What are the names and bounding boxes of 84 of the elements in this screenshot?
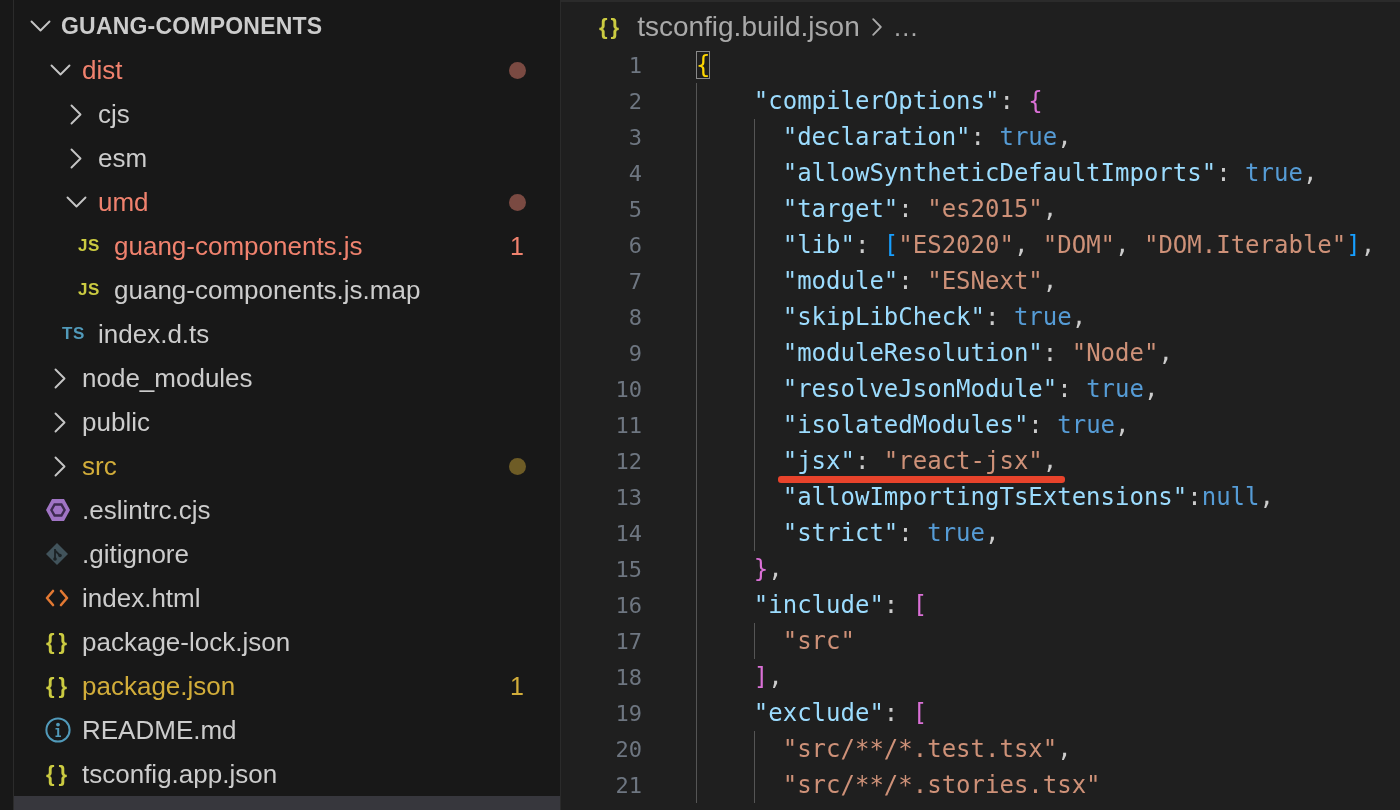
tree-item[interactable]: TS index.d.ts [14, 312, 560, 356]
code-line: "src/**/*.test.tsx", [782, 735, 1072, 763]
tree-item[interactable]: dist [14, 48, 560, 92]
code-line: "compilerOptions": { [753, 87, 1043, 115]
chevron-down-icon[interactable] [66, 196, 87, 208]
line-number: 17 [614, 628, 642, 654]
code-line: "skipLibCheck": true, [782, 303, 1087, 331]
chevron-right-icon[interactable] [70, 147, 82, 169]
line-number: 6 [627, 232, 642, 258]
code-line: { [696, 51, 711, 79]
hexagon-icon [45, 498, 71, 522]
tree-item[interactable]: .eslintrc.cjs [14, 488, 560, 532]
code-line: "exclude": [ [753, 699, 928, 727]
tree-item[interactable]: {} tsconfig.app.json [14, 752, 560, 796]
code-line: "module": "ESNext", [782, 267, 1058, 295]
code-line: "allowImportingTsExtensions":null, [782, 483, 1274, 511]
code-line: "lib": ["ES2020", "DOM", "DOM.Iterable"], [782, 231, 1376, 259]
code-line: "resolveJsonModule": true, [782, 375, 1159, 403]
line-number: 18 [614, 664, 642, 690]
line-number: 21 [614, 772, 642, 798]
file-type-icon: TS [62, 324, 85, 344]
project-header[interactable]: GUANG-COMPONENTS [14, 4, 560, 48]
code-line: "include": [ [753, 591, 928, 619]
code-line: "target": "es2015", [782, 195, 1058, 223]
chevron-right-icon [871, 18, 882, 36]
code-line: "declaration": true, [782, 123, 1072, 151]
line-number: 3 [627, 124, 642, 150]
chevron-down-icon[interactable] [30, 20, 51, 32]
file-type-icon: JS [78, 280, 100, 300]
breadcrumb-more[interactable]: … [892, 11, 919, 43]
line-number: 14 [614, 520, 642, 546]
braces-icon: {} [46, 761, 72, 787]
tree-item[interactable]: README.md [14, 708, 560, 752]
braces-icon: {} [599, 14, 623, 40]
line-number: 9 [627, 340, 642, 366]
problem-count: 1 [510, 671, 524, 701]
braces-icon: {} [46, 629, 72, 655]
code-line: "src" [782, 627, 855, 655]
code-line: "moduleResolution": "Node", [782, 339, 1173, 367]
code-line: ], [753, 663, 783, 691]
chevron-right-icon[interactable] [70, 103, 82, 125]
line-number: 5 [627, 196, 642, 222]
chevron-down-icon[interactable] [50, 64, 71, 76]
line-number: 4 [627, 160, 642, 186]
line-number: 19 [614, 700, 642, 726]
code-line: "src/**/*.stories.tsx" [782, 771, 1101, 799]
breadcrumb-file[interactable]: tsconfig.build.json [637, 11, 860, 43]
tree-item[interactable]: {} package.json 1 [14, 664, 560, 708]
angle-brackets-icon [45, 589, 69, 607]
line-number: 13 [614, 484, 642, 510]
braces-icon: {} [46, 673, 72, 699]
line-number: 20 [614, 736, 642, 762]
diamond-icon [45, 542, 69, 566]
code-line: }, [753, 555, 783, 583]
problem-count: 1 [510, 231, 524, 261]
tree-item[interactable]: src [14, 444, 560, 488]
chevron-right-icon[interactable] [54, 411, 66, 433]
tree-item[interactable]: public [14, 400, 560, 444]
tree-item[interactable]: umd [14, 180, 560, 224]
file-type-icon: JS [78, 236, 100, 256]
tree-item[interactable]: cjs [14, 92, 560, 136]
line-number: 10 [614, 376, 642, 402]
line-number: 15 [614, 556, 642, 582]
tree-item[interactable]: esm [14, 136, 560, 180]
tree-item[interactable]: {} package-lock.json [14, 620, 560, 664]
line-number: 7 [627, 268, 642, 294]
tree-item[interactable]: index.html [14, 576, 560, 620]
line-number: 16 [614, 592, 642, 618]
tree-item[interactable]: node_modules [14, 356, 560, 400]
code-line: "strict": true, [782, 519, 1000, 547]
info-icon [45, 717, 71, 743]
tree-item[interactable]: JS guang-components.js.map [14, 268, 560, 312]
line-number: 12 [614, 448, 642, 474]
line-number: 8 [627, 304, 642, 330]
tree-item[interactable]: JS guang-components.js 1 [14, 224, 560, 268]
code-line: "jsx": "react-jsx", [782, 447, 1058, 475]
tree-item[interactable]: .gitignore [14, 532, 560, 576]
chevron-right-icon[interactable] [54, 455, 66, 477]
code-line: "isolatedModules": true, [782, 411, 1130, 439]
code-line: "allowSyntheticDefaultImports": true, [782, 159, 1318, 187]
chevron-right-icon[interactable] [54, 367, 66, 389]
line-number: 1 [627, 52, 642, 78]
line-number: 11 [614, 412, 642, 438]
line-number: 2 [627, 88, 642, 114]
